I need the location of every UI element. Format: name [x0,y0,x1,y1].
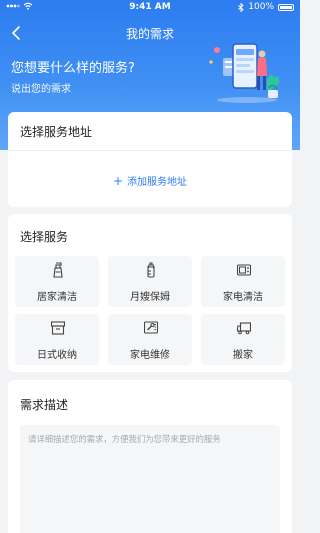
plus-icon: + [112,174,124,188]
battery-percent: 100% [248,2,274,12]
description-input[interactable] [20,425,280,533]
hero-subheading: 说出您的需求 [11,84,71,95]
status-bar: 9:41 AM 100% [0,0,300,14]
service-item-home-cleaning[interactable]: 居家清洁 [15,256,99,307]
appliance-icon [237,264,251,276]
baby-bottle-icon [147,262,155,278]
service-item-nanny[interactable]: 月嫂保姆 [108,256,192,307]
service-card: 选择服务 居家清洁 月嫂保姆 家电清洁 日式收纳 家电维修 搬家 [8,214,292,372]
service-label: 家电维修 [130,350,170,361]
address-card: 选择服务地址 + 添加服务地址 [8,112,292,207]
spray-bottle-icon [53,262,63,278]
description-card: 需求描述 [8,380,292,533]
service-label: 家电清洁 [223,292,263,303]
description-section-title: 需求描述 [20,398,69,412]
battery-icon [278,3,294,11]
add-address-label: 添加服务地址 [127,177,188,188]
service-item-storage[interactable]: 日式收纳 [15,314,99,365]
service-label: 日式收纳 [37,350,77,361]
service-label: 居家清洁 [37,292,77,303]
hero-illustration [209,43,279,103]
repair-icon [144,321,158,334]
service-item-moving[interactable]: 搬家 [201,314,285,365]
service-label: 搬家 [233,350,253,361]
address-section-title: 选择服务地址 [20,125,93,139]
service-label: 月嫂保姆 [130,292,170,303]
service-item-appliance-cleaning[interactable]: 家电清洁 [201,256,285,307]
storage-box-icon [51,321,65,335]
battery-status: 100% [238,2,294,12]
service-item-appliance-repair[interactable]: 家电维修 [108,314,192,365]
service-section-title: 选择服务 [20,230,69,244]
divider [8,150,292,151]
add-address-button[interactable]: + 添加服务地址 [8,173,292,188]
truck-icon [237,322,251,335]
bluetooth-icon [238,2,244,12]
hero-heading: 您想要什么样的服务? [11,61,135,76]
